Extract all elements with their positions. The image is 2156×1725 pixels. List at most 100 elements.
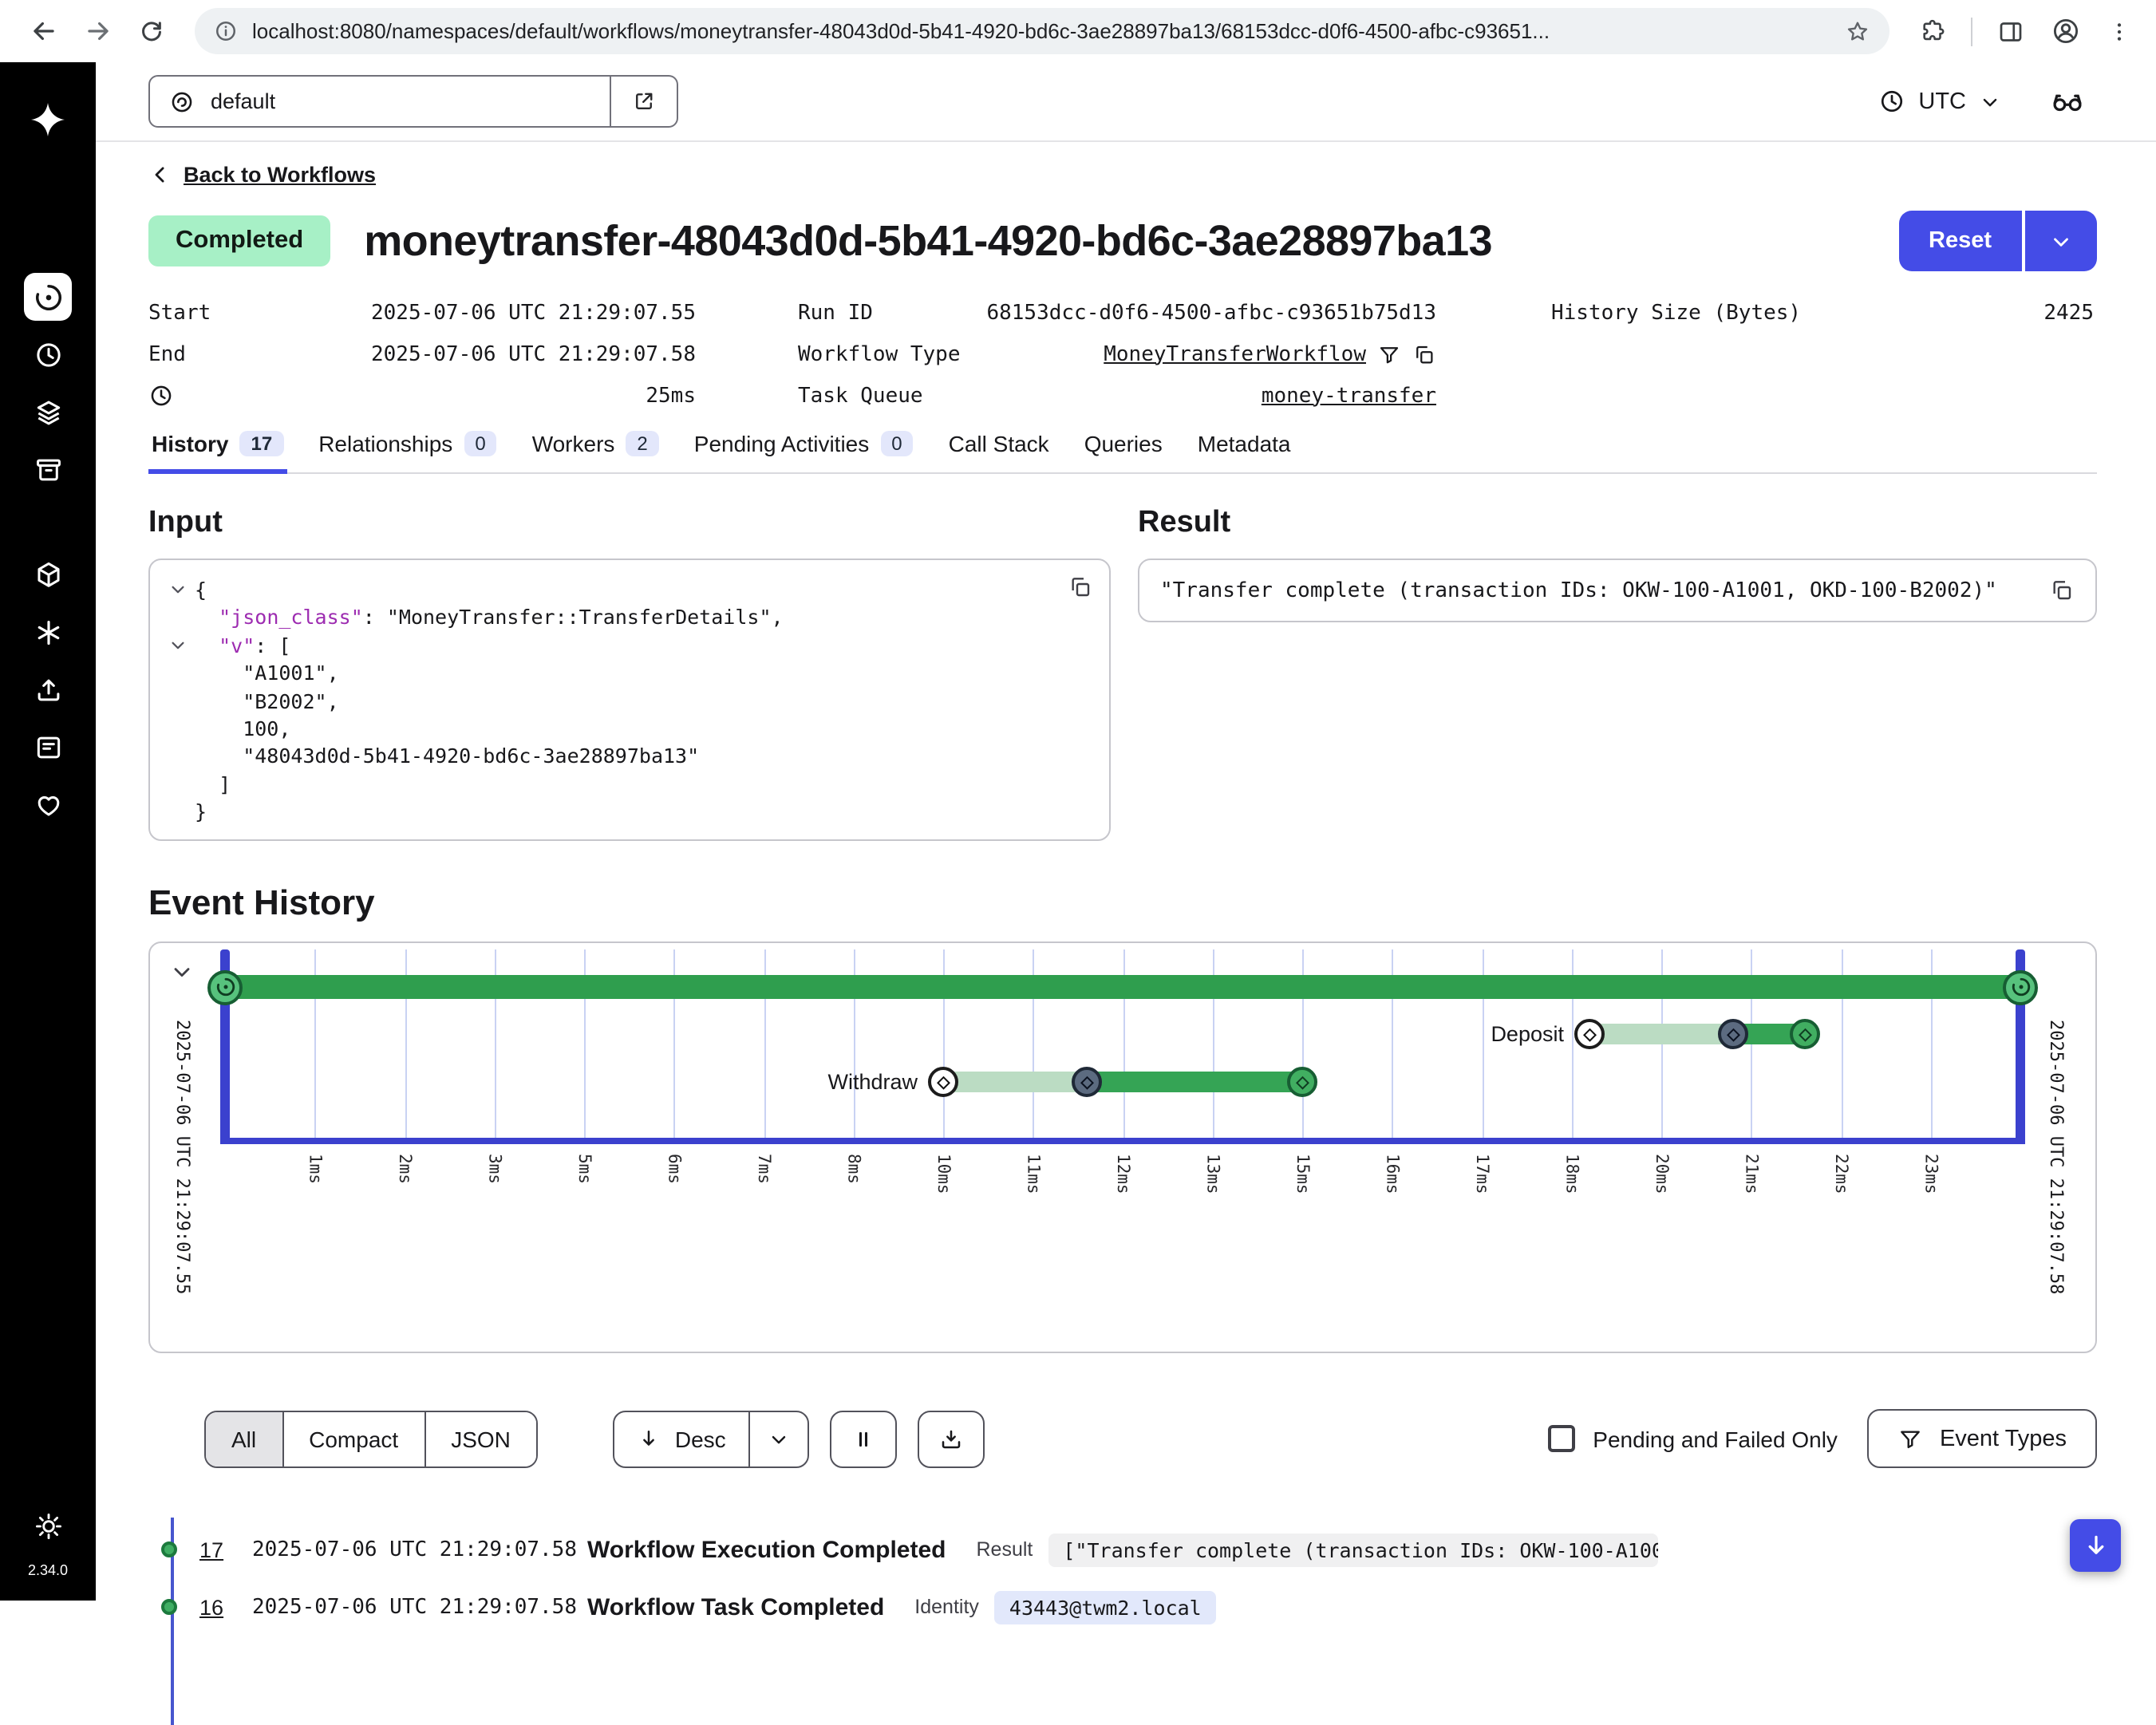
tab-pending-activities[interactable]: Pending Activities 0 (691, 428, 917, 474)
sidebar-item-batch-operations[interactable] (24, 388, 72, 436)
axis-tick-label: 21ms (1742, 1154, 1761, 1194)
event-id-link[interactable]: 17 (199, 1538, 252, 1561)
back-chevron-icon[interactable] (148, 163, 172, 187)
event-history-heading: Event History (148, 882, 2097, 924)
browser-menu-icon[interactable] (2095, 7, 2143, 55)
tab-count-badge: 2 (626, 431, 658, 456)
tab-history[interactable]: History17 (148, 428, 286, 474)
code-line-text: "A1001", (195, 659, 339, 687)
sidebar-item-docs[interactable] (24, 723, 72, 771)
run-id-label: Run ID (798, 301, 873, 325)
event-id-link[interactable]: 16 (199, 1595, 252, 1619)
collapse-caret-icon[interactable] (169, 576, 195, 604)
tab-label: Workers (532, 431, 615, 456)
activity-scheduled-segment[interactable] (943, 1072, 1087, 1092)
activity-started-node[interactable] (1072, 1067, 1102, 1097)
namespace-switcher[interactable]: default (148, 75, 678, 128)
event-types-button[interactable]: Event Types (1868, 1409, 2097, 1468)
bookmark-star-icon[interactable] (1845, 18, 1870, 44)
sidebar-item-archive[interactable] (24, 445, 72, 493)
tab-label: Pending Activities (694, 431, 869, 456)
result-value: "Transfer complete (transaction IDs: OKW… (1160, 578, 2033, 602)
view-mode-compact[interactable]: Compact (282, 1411, 424, 1466)
workflow-execution-bar[interactable] (225, 975, 2020, 999)
arrow-down-icon (637, 1427, 661, 1451)
sidebar-item-nexus[interactable] (24, 608, 72, 656)
code-gutter (169, 604, 195, 632)
reset-button[interactable]: Reset (1898, 211, 2022, 271)
sidebar-item-namespaces[interactable] (24, 551, 72, 598)
app-version: 2.34.0 (28, 1562, 68, 1578)
sidebar-item-import[interactable] (24, 665, 72, 713)
copy-icon[interactable] (2049, 578, 2075, 603)
event-list: 172025-07-06 UTC 21:29:07.58Workflow Exe… (148, 1521, 2097, 1636)
pending-failed-checkbox[interactable] (1548, 1425, 1575, 1452)
tab-metadata[interactable]: Metadata (1194, 428, 1294, 474)
timeline-end-date: 2025-07-06 UTC 21:29:07.58 (2046, 1020, 2067, 1294)
profile-icon[interactable] (2041, 7, 2089, 55)
theme-toggle-icon[interactable] (24, 1502, 72, 1549)
scroll-to-bottom-button[interactable] (2070, 1519, 2121, 1572)
address-bar[interactable]: localhost:8080/namespaces/default/workfl… (195, 8, 1889, 54)
chevron-down-icon (1979, 90, 2001, 112)
browser-forward-icon[interactable] (73, 7, 121, 55)
activity-scheduled-segment[interactable] (1589, 1024, 1733, 1044)
side-panel-icon[interactable] (1987, 7, 2035, 55)
axis-tick-label: 6ms (665, 1154, 684, 1184)
copy-icon[interactable] (1412, 342, 1436, 366)
extensions-icon[interactable] (1909, 7, 1957, 55)
event-row[interactable]: 172025-07-06 UTC 21:29:07.58Workflow Exe… (148, 1521, 2097, 1578)
sidebar-item-workflows[interactable] (24, 273, 72, 321)
activity-running-segment[interactable] (1087, 1072, 1302, 1092)
timezone-selector[interactable]: UTC (1878, 88, 2001, 115)
namespace-open-button[interactable] (611, 75, 678, 128)
axis-tick-label: 5ms (575, 1154, 594, 1184)
result-box: "Transfer complete (transaction IDs: OKW… (1138, 559, 2097, 622)
activity-started-node[interactable] (1718, 1019, 1748, 1049)
pause-button[interactable] (830, 1410, 897, 1467)
event-status-dot (161, 1541, 177, 1557)
activity-completed-node[interactable] (1790, 1019, 1820, 1049)
labs-mode-icon[interactable] (2049, 83, 2086, 120)
sort-label: Desc (675, 1426, 726, 1451)
event-types-label: Event Types (1940, 1426, 2067, 1451)
sort-dropdown-button[interactable] (748, 1411, 808, 1466)
browser-reload-icon[interactable] (128, 7, 176, 55)
browser-back-icon[interactable] (19, 7, 67, 55)
event-detail-value[interactable]: ["Transfer complete (transaction IDs: OK… (1048, 1533, 1658, 1566)
copy-icon[interactable] (1068, 574, 1093, 600)
event-list-section: 172025-07-06 UTC 21:29:07.58Workflow Exe… (148, 1521, 2097, 1636)
workflow-type-link[interactable]: MoneyTransferWorkflow (1104, 342, 1366, 366)
temporal-logo[interactable] (29, 101, 67, 139)
tab-call-stack[interactable]: Call Stack (946, 428, 1052, 474)
sidebar-item-feedback-heart[interactable] (24, 780, 72, 828)
tab-count-badge: 0 (880, 431, 913, 456)
activity-scheduled-node[interactable] (928, 1067, 958, 1097)
sort-desc-button[interactable]: Desc (614, 1411, 748, 1466)
activity-scheduled-node[interactable] (1574, 1019, 1605, 1049)
sidebar-item-schedules[interactable] (24, 330, 72, 378)
download-button[interactable] (918, 1410, 985, 1467)
back-to-workflows-link[interactable]: Back to Workflows (184, 163, 376, 187)
view-mode-all[interactable]: All (206, 1411, 282, 1466)
workflow-end-node[interactable] (2003, 969, 2038, 1005)
filter-icon[interactable] (1377, 342, 1401, 366)
tab-queries[interactable]: Queries (1081, 428, 1166, 474)
event-row[interactable]: 162025-07-06 UTC 21:29:07.58Workflow Tas… (148, 1578, 2097, 1636)
code-gutter (169, 799, 195, 827)
workflow-start-node[interactable] (207, 969, 243, 1005)
task-queue-link[interactable]: money-transfer (1262, 384, 1436, 408)
tab-relationships[interactable]: Relationships0 (315, 428, 500, 474)
url-text[interactable]: localhost:8080/namespaces/default/workfl… (252, 19, 1830, 43)
reset-dropdown-button[interactable] (2025, 211, 2097, 271)
event-detail-label: Identity (914, 1596, 979, 1618)
activity-completed-node[interactable] (1287, 1067, 1317, 1097)
collapse-caret-icon[interactable] (169, 632, 195, 660)
view-mode-json[interactable]: JSON (424, 1411, 536, 1466)
event-detail-value[interactable]: 43443@twm2.local (995, 1590, 1216, 1624)
timeline-collapse-icon[interactable] (169, 959, 195, 985)
event-detail-label: Result (977, 1538, 1033, 1561)
tab-workers[interactable]: Workers 2 (529, 428, 662, 474)
page-title: moneytransfer-48043d0d-5b41-4920-bd6c-3a… (364, 216, 1873, 266)
site-info-icon[interactable] (214, 19, 238, 43)
